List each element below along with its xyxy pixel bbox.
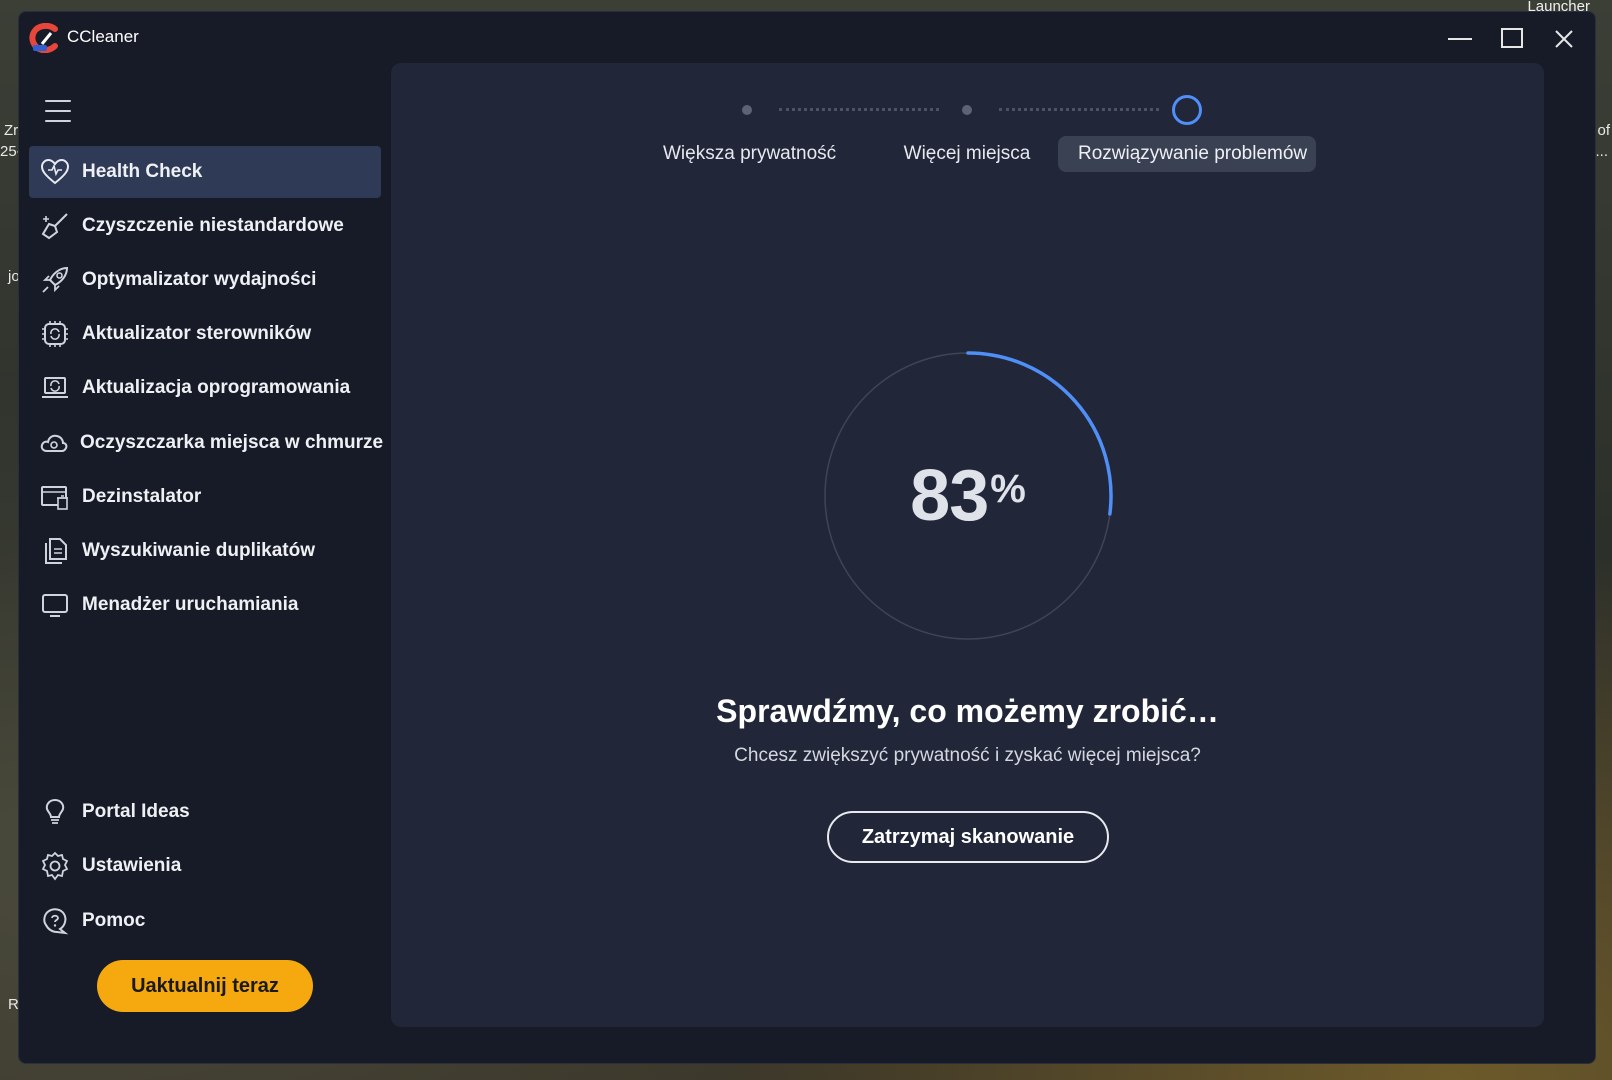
sidebar-item-health-check[interactable]: Health Check — [29, 146, 381, 198]
scan-headline: Sprawdźmy, co możemy zrobić… — [716, 693, 1219, 729]
step-dot-privacy — [742, 105, 752, 115]
sidebar-item-label: Czyszczenie niestandardowe — [82, 215, 344, 236]
sidebar-item-software-updater[interactable]: Aktualizacja oprogramowania — [29, 362, 381, 414]
menu-bar-line — [45, 110, 71, 112]
help-icon — [40, 906, 70, 936]
uninstall-icon — [40, 482, 70, 512]
desktop-text-fragment: of — [1597, 122, 1610, 139]
sidebar-item-label: Wyszukiwanie duplikatów — [82, 540, 315, 561]
stop-scan-button[interactable]: Zatrzymaj skanowanie — [827, 811, 1109, 863]
sidebar-item-label: Aktualizator sterowników — [82, 323, 312, 344]
ccleaner-window: CCleaner Health Check Czyszczenie niesta… — [18, 11, 1596, 1064]
lightbulb-icon — [40, 797, 70, 827]
monitor-icon — [40, 590, 70, 620]
sidebar-item-performance-optimizer[interactable]: Optymalizator wydajności — [29, 254, 381, 306]
duplicate-files-icon — [40, 536, 70, 566]
sidebar-item-help[interactable]: Pomoc — [29, 895, 381, 947]
sidebar-item-settings[interactable]: Ustawienia — [29, 840, 381, 892]
sidebar-item-label: Pomoc — [82, 910, 146, 931]
sidebar-item-label: Aktualizacja oprogramowania — [82, 377, 351, 398]
upgrade-now-button[interactable]: Uaktualnij teraz — [97, 960, 313, 1012]
cloud-gear-icon — [40, 428, 68, 458]
rocket-icon — [40, 265, 70, 295]
sidebar-item-label: Menadżer uruchamiania — [82, 594, 299, 615]
progress-unit: % — [990, 466, 1026, 511]
step-connector — [779, 108, 939, 111]
step-current-indicator — [1172, 95, 1202, 125]
ccleaner-logo-icon — [29, 23, 58, 53]
progress-percentage: 83 % — [823, 351, 1113, 641]
sidebar-item-label: Ustawienia — [82, 855, 182, 876]
sidebar-item-label: Optymalizator wydajności — [82, 269, 317, 290]
laptop-refresh-icon — [40, 373, 70, 403]
chip-refresh-icon — [40, 319, 70, 349]
menu-bar-line — [45, 120, 71, 122]
sidebar-item-label: Oczyszczarka miejsca w chmurze — [80, 432, 384, 453]
desktop-text-fragment: Zr — [4, 122, 19, 139]
broom-sparkle-icon — [40, 211, 70, 241]
sidebar-item-label: Dezinstalator — [82, 486, 202, 507]
maximize-button[interactable] — [1489, 22, 1535, 56]
title-bar[interactable]: CCleaner — [19, 12, 1595, 64]
scan-subtitle: Chcesz zwiększyć prywatność i zyskać wię… — [734, 745, 1201, 766]
heart-icon — [40, 157, 70, 187]
menu-bar-line — [45, 100, 71, 102]
desktop-text-fragment: ... — [1595, 143, 1608, 160]
hamburger-menu-button[interactable] — [45, 100, 71, 122]
sidebar-item-cloud-cleaner[interactable]: Oczyszczarka miejsca w chmurze — [29, 417, 384, 469]
minimize-icon — [1448, 38, 1472, 40]
sidebar-item-uninstaller[interactable]: Dezinstalator — [29, 471, 381, 523]
close-icon — [1555, 30, 1573, 48]
sidebar-item-custom-clean[interactable]: Czyszczenie niestandardowe — [29, 200, 381, 252]
sidebar-item-label: Portal Ideas — [82, 801, 190, 822]
app-title: CCleaner — [67, 27, 139, 46]
step-label-space: Więcej miejsca — [903, 143, 1031, 164]
sidebar-item-portal-ideas[interactable]: Portal Ideas — [29, 786, 381, 838]
progress-value: 83 — [910, 456, 989, 536]
close-button[interactable] — [1541, 22, 1587, 56]
sidebar-item-driver-updater[interactable]: Aktualizator sterowników — [29, 308, 381, 360]
step-label-troubleshooting: Rozwiązywanie problemów — [1058, 136, 1316, 172]
gear-icon — [40, 851, 70, 881]
step-dot-space — [962, 105, 972, 115]
step-connector — [999, 108, 1159, 111]
step-label-privacy: Większa prywatność — [663, 143, 837, 164]
main-panel: Większa prywatność Więcej miejsca Rozwią… — [391, 63, 1544, 1027]
maximize-icon — [1501, 28, 1523, 48]
sidebar-item-label: Health Check — [82, 161, 203, 182]
sidebar-item-duplicate-finder[interactable]: Wyszukiwanie duplikatów — [29, 525, 381, 577]
sidebar-item-startup-manager[interactable]: Menadżer uruchamiania — [29, 579, 381, 631]
minimize-button[interactable] — [1437, 22, 1483, 56]
